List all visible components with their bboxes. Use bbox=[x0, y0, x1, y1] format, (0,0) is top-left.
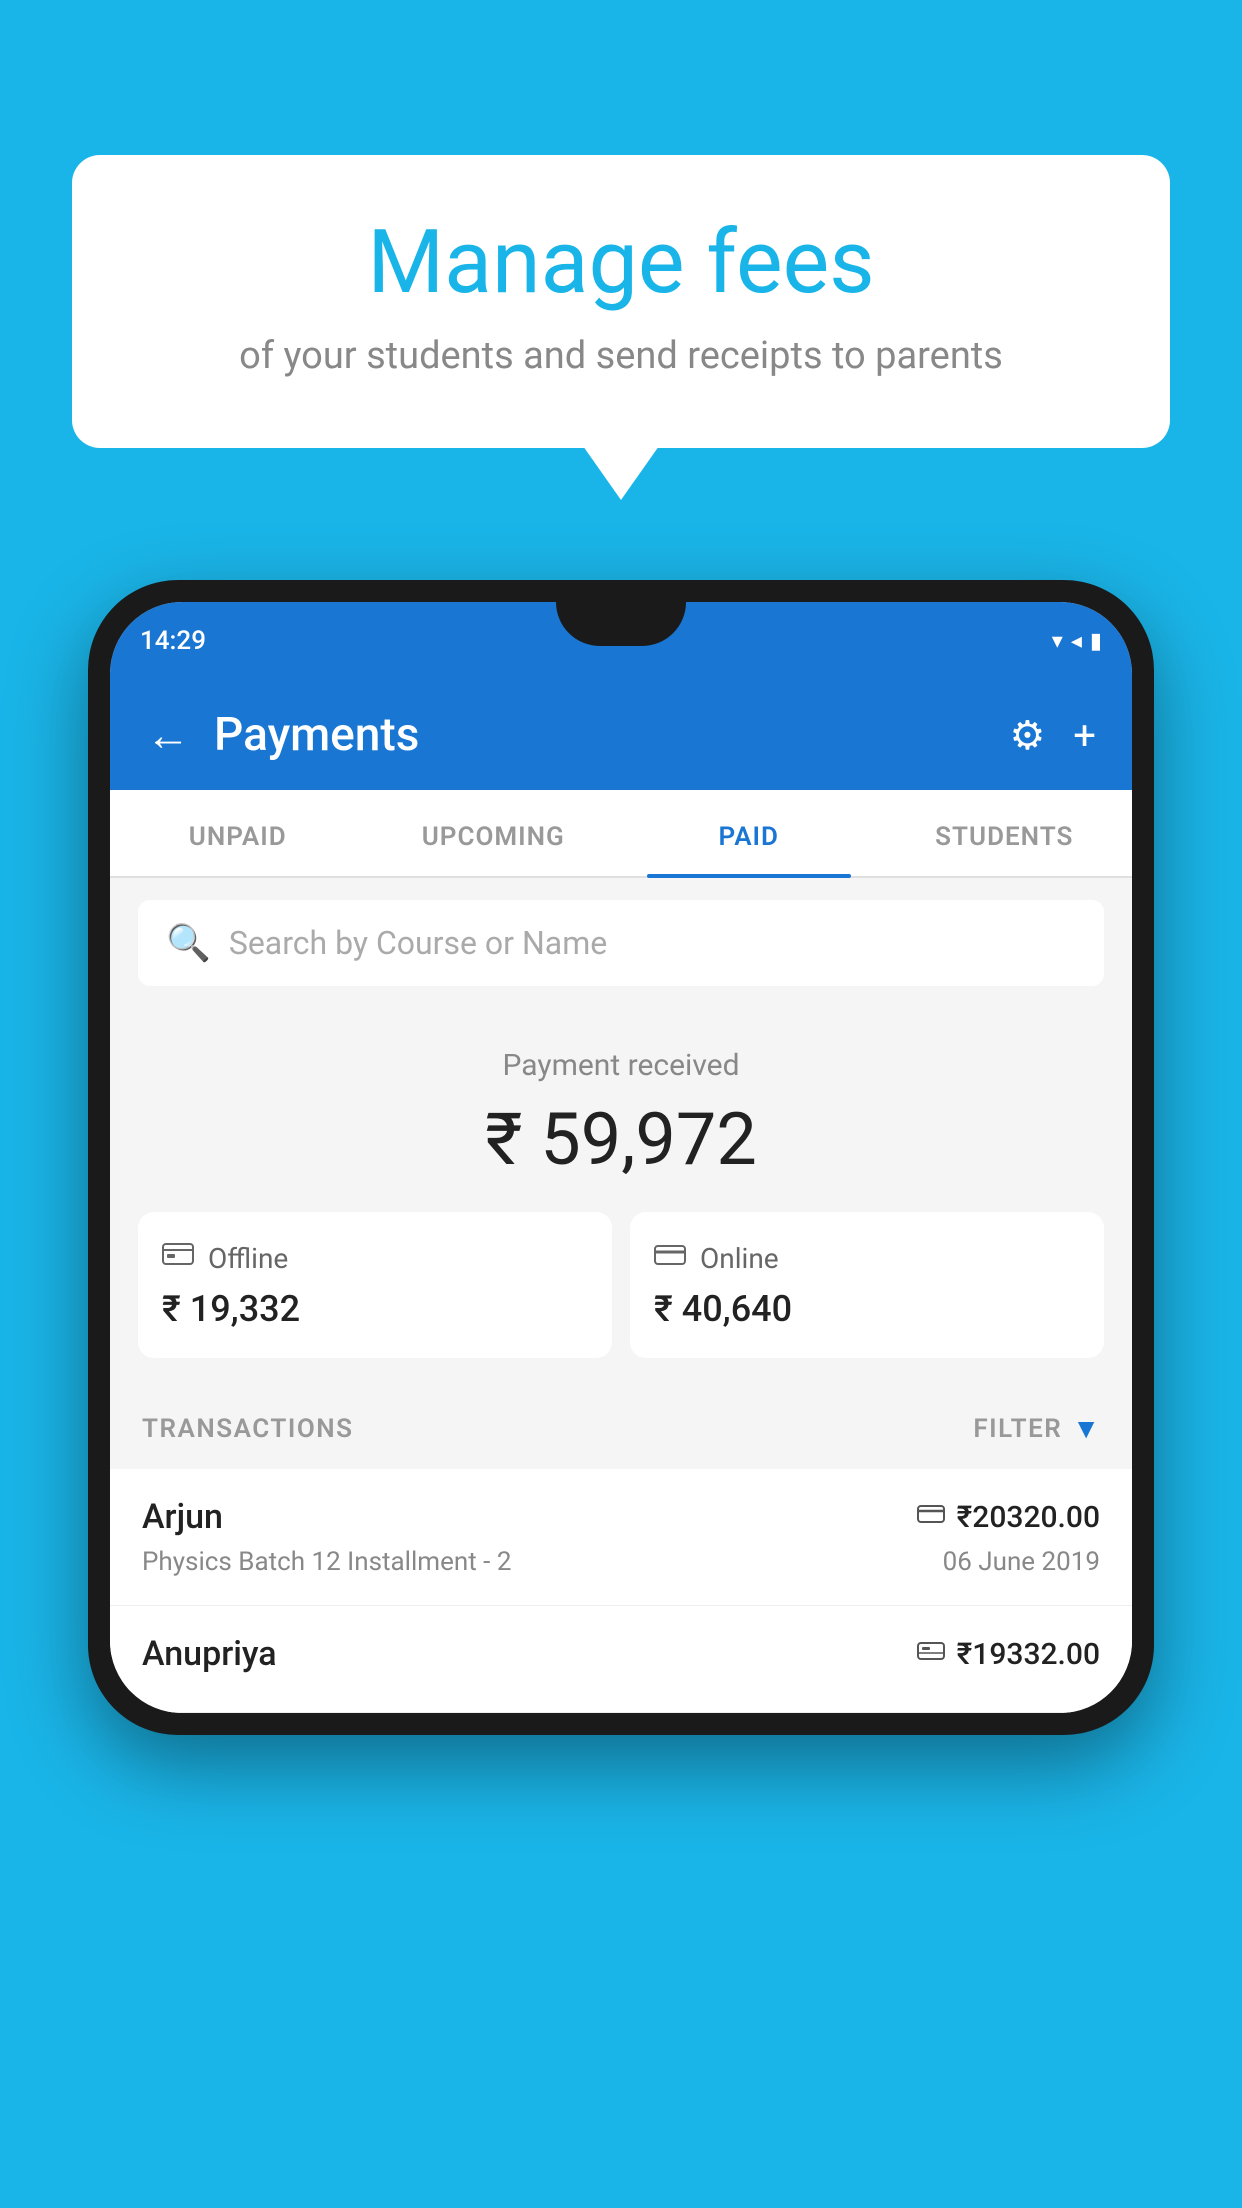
tab-unpaid[interactable]: UNPAID bbox=[110, 790, 366, 876]
payment-type-icon bbox=[917, 1502, 945, 1532]
status-icons: ▾ ◂ ▮ bbox=[1052, 629, 1102, 654]
payment-cards: Offline ₹ 19,332 Online ₹ 4 bbox=[138, 1212, 1104, 1358]
payment-type-icon bbox=[917, 1639, 945, 1669]
search-placeholder: Search by Course or Name bbox=[229, 924, 607, 962]
search-icon: 🔍 bbox=[166, 922, 211, 964]
phone-screen: 14:29 ▾ ◂ ▮ ← Payments ⚙ + UNPAID UPCOMI… bbox=[110, 602, 1132, 1713]
app-bar: ← Payments ⚙ + bbox=[110, 680, 1132, 790]
offline-icon bbox=[162, 1240, 194, 1276]
app-bar-title: Payments bbox=[214, 708, 985, 762]
tab-paid[interactable]: PAID bbox=[621, 790, 877, 876]
tab-bar: UNPAID UPCOMING PAID STUDENTS bbox=[110, 790, 1132, 878]
notch bbox=[556, 602, 686, 646]
transaction-amount: ₹19332.00 bbox=[957, 1637, 1100, 1672]
app-bar-icons: ⚙ + bbox=[1009, 712, 1096, 759]
offline-amount: ₹ 19,332 bbox=[162, 1288, 588, 1330]
filter-icon: ▼ bbox=[1072, 1412, 1100, 1445]
transaction-amount-area: ₹20320.00 bbox=[917, 1500, 1100, 1535]
status-bar: 14:29 ▾ ◂ ▮ bbox=[110, 602, 1132, 680]
payment-total-amount: ₹ 59,972 bbox=[138, 1097, 1104, 1182]
signal-icon: ◂ bbox=[1071, 629, 1082, 654]
transaction-row[interactable]: Anupriya ₹19332.00 bbox=[110, 1606, 1132, 1713]
offline-label: Offline bbox=[208, 1242, 288, 1275]
settings-button[interactable]: ⚙ bbox=[1009, 712, 1045, 759]
offline-card-header: Offline bbox=[162, 1240, 588, 1276]
filter-area[interactable]: FILTER ▼ bbox=[973, 1412, 1100, 1445]
transactions-header: TRANSACTIONS FILTER ▼ bbox=[110, 1388, 1132, 1469]
student-name: Arjun bbox=[142, 1497, 223, 1537]
online-card-header: Online bbox=[654, 1240, 1080, 1276]
student-name: Anupriya bbox=[142, 1634, 277, 1674]
transaction-top: Arjun ₹20320.00 bbox=[142, 1497, 1100, 1537]
online-amount: ₹ 40,640 bbox=[654, 1288, 1080, 1330]
offline-card: Offline ₹ 19,332 bbox=[138, 1212, 612, 1358]
filter-label: FILTER bbox=[973, 1414, 1062, 1444]
transaction-bottom: Physics Batch 12 Installment - 2 06 June… bbox=[142, 1547, 1100, 1577]
transaction-top: Anupriya ₹19332.00 bbox=[142, 1634, 1100, 1674]
bubble-title: Manage fees bbox=[142, 215, 1100, 312]
transaction-row[interactable]: Arjun ₹20320.00 Physics Batch 12 Install… bbox=[110, 1469, 1132, 1606]
transaction-amount: ₹20320.00 bbox=[957, 1500, 1100, 1535]
course-info: Physics Batch 12 Installment - 2 bbox=[142, 1547, 511, 1577]
online-card: Online ₹ 40,640 bbox=[630, 1212, 1104, 1358]
transaction-amount-area: ₹19332.00 bbox=[917, 1637, 1100, 1672]
online-label: Online bbox=[700, 1242, 779, 1275]
transaction-date: 06 June 2019 bbox=[943, 1547, 1100, 1577]
search-bar[interactable]: 🔍 Search by Course or Name bbox=[138, 900, 1104, 986]
phone-mockup: 14:29 ▾ ◂ ▮ ← Payments ⚙ + UNPAID UPCOMI… bbox=[88, 580, 1154, 1735]
status-time: 14:29 bbox=[140, 626, 206, 656]
speech-bubble: Manage fees of your students and send re… bbox=[72, 155, 1170, 448]
tab-students[interactable]: STUDENTS bbox=[877, 790, 1133, 876]
add-button[interactable]: + bbox=[1073, 712, 1096, 759]
back-button[interactable]: ← bbox=[146, 709, 190, 761]
payment-received-label: Payment received bbox=[138, 1048, 1104, 1083]
payment-summary: Payment received ₹ 59,972 Offline bbox=[110, 1008, 1132, 1388]
tab-upcoming[interactable]: UPCOMING bbox=[366, 790, 622, 876]
battery-icon: ▮ bbox=[1090, 629, 1102, 654]
search-container: 🔍 Search by Course or Name bbox=[110, 878, 1132, 1008]
bubble-subtitle: of your students and send receipts to pa… bbox=[142, 334, 1100, 378]
online-icon bbox=[654, 1240, 686, 1276]
wifi-icon: ▾ bbox=[1052, 629, 1063, 654]
transactions-label: TRANSACTIONS bbox=[142, 1414, 354, 1444]
